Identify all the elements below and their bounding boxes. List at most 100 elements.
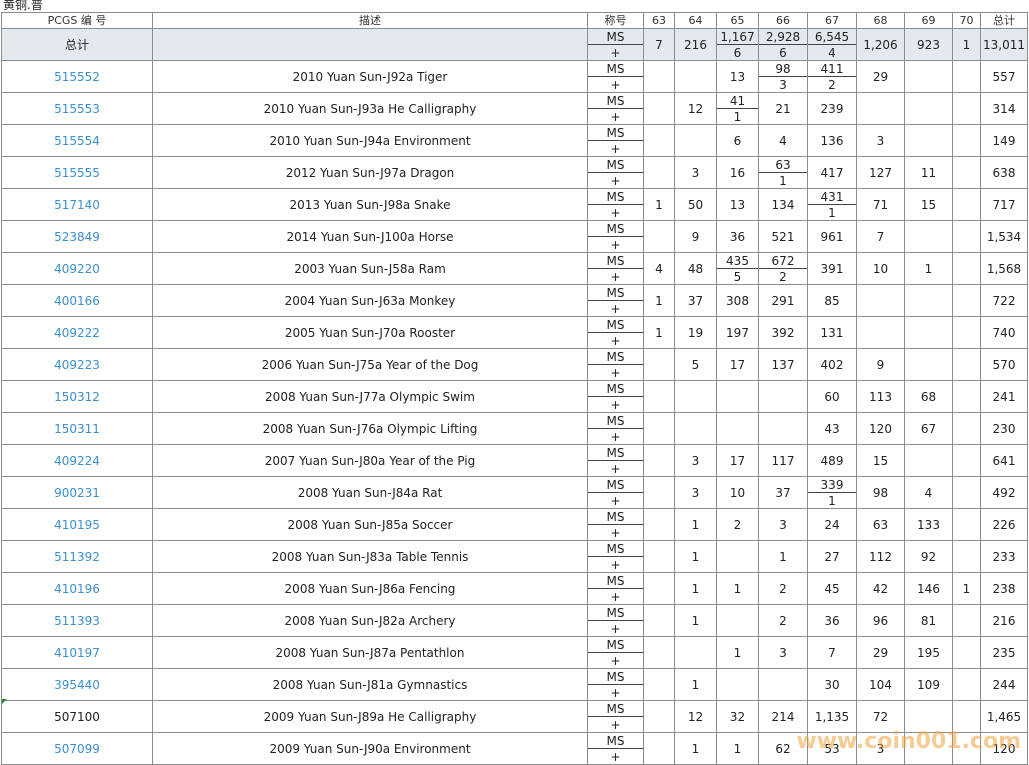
- pcgs-number-link[interactable]: 409224: [54, 454, 100, 468]
- header-pcgs[interactable]: PCGS 编 号: [1, 12, 153, 29]
- designation-split: MS +: [588, 286, 643, 316]
- grade-cell: 36: [716, 220, 759, 253]
- pcgs-number-link[interactable]: 410196: [54, 582, 100, 596]
- pcgs-number-link[interactable]: 515552: [54, 70, 100, 84]
- grade-cell: 6: [716, 124, 759, 157]
- pcgs-number-link[interactable]: 150311: [54, 422, 100, 436]
- table-row: 410197 2008 Yuan Sun-J87a Pentathlon MS +1 3…: [1, 636, 1028, 669]
- table-row: 511392 2008 Yuan Sun-J83a Table Tennis MS +…: [1, 540, 1028, 573]
- grade-plus-count: 2: [779, 269, 787, 284]
- grade-count: 6: [733, 133, 742, 148]
- pcgs-number-link[interactable]: 395440: [54, 678, 100, 692]
- grade-cell: [643, 380, 675, 413]
- grade-cell: [904, 732, 953, 765]
- grade-count: 672: [759, 254, 807, 269]
- designation-ms: MS: [588, 158, 643, 173]
- grade-count: 117: [771, 453, 795, 468]
- designation-plus: +: [610, 173, 621, 188]
- grade-cell: 1: [674, 732, 717, 765]
- description-cell: 2013 Yuan Sun-J98a Snake: [152, 188, 588, 221]
- grade-plus-count: 4: [828, 45, 836, 60]
- designation-split: MS +: [588, 670, 643, 700]
- row-total: 1,568: [980, 252, 1028, 285]
- grade-count: 4: [779, 133, 787, 148]
- grade-cell: [952, 124, 981, 157]
- grade-count: 195: [917, 645, 940, 660]
- grade-count: 29: [872, 645, 889, 660]
- grade-count: 417: [820, 165, 844, 180]
- pcgs-number-link[interactable]: 515553: [54, 102, 100, 116]
- pcgs-number-link[interactable]: 409222: [54, 326, 100, 340]
- grade-split: 6,545 4: [808, 30, 856, 60]
- pcgs-number-link[interactable]: 517140: [54, 198, 100, 212]
- grade-cell: 113: [856, 380, 905, 413]
- pcgs-number-link[interactable]: 523849: [54, 230, 100, 244]
- grade-cell: 2: [758, 572, 808, 605]
- table-row: 507099 2009 Yuan Sun-J90a Environment MS +1…: [1, 732, 1028, 765]
- grade-split: 98 3: [759, 62, 807, 92]
- pcgs-number-link[interactable]: 150312: [54, 390, 100, 404]
- grade-cell: [643, 668, 675, 701]
- pcgs-number-link[interactable]: 900231: [54, 486, 100, 500]
- grade-count: 37: [775, 485, 791, 500]
- designation-cell: MS +: [587, 572, 644, 605]
- grade-cell: 98: [856, 476, 905, 509]
- header-row: PCGS 编 号 描述 称号 63 64 65 66 67 68 69 70 总…: [1, 12, 1028, 29]
- grade-cell: 120: [856, 412, 905, 445]
- grade-cell: 3: [674, 444, 717, 477]
- pcgs-number-link[interactable]: 511392: [54, 550, 100, 564]
- grade-count: 19: [687, 325, 704, 340]
- grade-cell: [643, 700, 675, 733]
- grade-cell: 1: [716, 732, 759, 765]
- designation-ms: MS: [588, 254, 643, 269]
- designation-split: MS +: [588, 190, 643, 220]
- table-row: 409222 2005 Yuan Sun-J70a Rooster MS +1 19 19…: [1, 316, 1028, 349]
- grade-count: 60: [824, 389, 840, 404]
- grade-cell: [952, 348, 981, 381]
- pcgs-number-link[interactable]: 400166: [54, 294, 100, 308]
- pcgs-number-link[interactable]: 511393: [54, 614, 100, 628]
- table-row: 410196 2008 Yuan Sun-J86a Fencing MS +1 1 2 45…: [1, 572, 1028, 605]
- designation-split: MS +: [588, 574, 643, 604]
- header-total: 总计: [980, 12, 1028, 29]
- grade-cell: 1: [643, 284, 675, 317]
- grade-count: 6,545: [808, 30, 856, 45]
- grade-cell: 1: [674, 540, 717, 573]
- pcgs-number-link[interactable]: 410195: [54, 518, 100, 532]
- grade-cell: [904, 316, 953, 349]
- grade-cell: 2,928 6: [758, 28, 808, 61]
- table-row: 515554 2010 Yuan Sun-J94a Environment MS +6…: [1, 124, 1028, 157]
- grade-cell: [674, 124, 717, 157]
- grade-cell: [952, 156, 981, 189]
- grade-split: 41 1: [717, 94, 758, 124]
- description-cell: 2010 Yuan Sun-J93a He Calligraphy: [152, 92, 588, 125]
- grade-split: 672 2: [759, 254, 807, 284]
- grade-cell: [758, 668, 808, 701]
- pcgs-number-link[interactable]: 515554: [54, 134, 100, 148]
- grade-count: 1: [779, 549, 787, 564]
- description-cell: 2012 Yuan Sun-J97a Dragon: [152, 156, 588, 189]
- total-desc-empty: [152, 28, 588, 61]
- table-row: 410195 2008 Yuan Sun-J85a Soccer MS +1 2 3 24 6…: [1, 508, 1028, 541]
- pcgs-cell: 511392: [1, 540, 153, 573]
- designation-split: MS +: [588, 62, 643, 92]
- pcgs-number-link[interactable]: 515555: [54, 166, 100, 180]
- designation-split: MS +: [588, 542, 643, 572]
- pcgs-number-link[interactable]: 409223: [54, 358, 100, 372]
- designation-plus: +: [610, 685, 621, 700]
- grade-cell: [952, 476, 981, 509]
- description-cell: 2006 Yuan Sun-J75a Year of the Dog: [152, 348, 588, 381]
- header-desc[interactable]: 描述: [152, 12, 588, 29]
- grade-cell: [856, 316, 905, 349]
- grade-count: 13: [729, 69, 746, 84]
- grade-count: 137: [771, 357, 795, 372]
- grade-cell: 1: [952, 28, 981, 61]
- grade-count: 36: [824, 613, 840, 628]
- designation-plus: +: [610, 397, 621, 412]
- grade-count: 37: [687, 293, 704, 308]
- description-cell: 2008 Yuan Sun-J81a Gymnastics: [152, 668, 588, 701]
- pcgs-number-link[interactable]: 507099: [54, 742, 100, 756]
- pcgs-number-link[interactable]: 409220: [54, 262, 100, 276]
- pcgs-number-link[interactable]: 410197: [54, 646, 100, 660]
- designation-ms: MS: [588, 574, 643, 589]
